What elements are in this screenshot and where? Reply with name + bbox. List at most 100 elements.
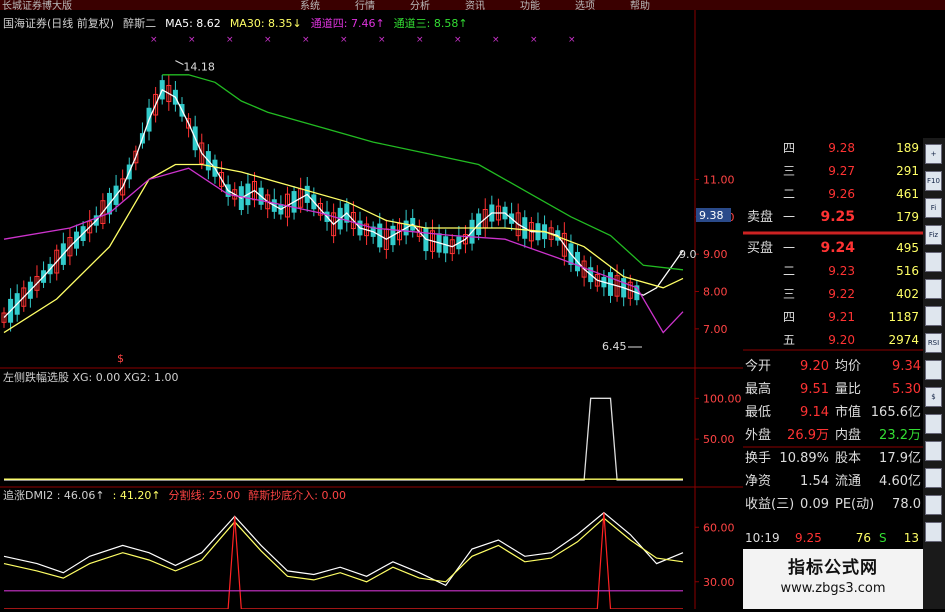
sell-level-label: 一 [783, 210, 795, 224]
low-price-label: 6.45 [602, 340, 627, 353]
trade-volume: 76 [856, 531, 871, 545]
stat-label: 内盘 [835, 427, 861, 443]
indicator2-y-tick: 30.00 [703, 576, 735, 589]
top-marker: × [150, 35, 158, 45]
indicator2-y-tick: 60.00 [703, 521, 735, 534]
y-tick-label: 9.00 [703, 248, 728, 261]
stat-label: 量比 [835, 382, 861, 397]
main-chart-header-item: MA30: 8.35↓ [230, 17, 302, 30]
stat-label: 换手 [745, 451, 771, 466]
last-price-label: 9.0 [679, 248, 697, 261]
top-marker: × [530, 35, 538, 45]
top-marker: × [226, 35, 234, 45]
stat-value: 9.34 [892, 359, 921, 374]
buy-price: 9.23 [828, 264, 855, 278]
top-marker: × [378, 35, 386, 45]
buy-level-label: 三 [783, 287, 795, 301]
main-chart-header-item: 通道四: 7.46↑ [311, 16, 385, 30]
menu-item[interactable]: 资讯 [465, 0, 485, 10]
stat-label: 收益(三) [745, 497, 794, 512]
toolbar-button[interactable]: F10 [925, 171, 942, 191]
side-toolbar: + F10 Fi Fiz RSI $ [923, 138, 945, 609]
stat-label: 今开 [745, 358, 771, 374]
toolbar-button[interactable]: + [925, 144, 942, 164]
buy-price: 9.22 [828, 287, 855, 301]
sell-price: 9.26 [828, 187, 855, 201]
buy-title: 买盘 [747, 240, 773, 256]
stat-value: 165.6亿 [871, 405, 921, 420]
toolbar-button[interactable]: Fi [925, 198, 942, 218]
indicator2-header-item: 醉斯抄底介入: 0.00 [248, 488, 346, 502]
last-price-box-label: 9.38 [699, 209, 724, 222]
menu-item[interactable]: 分析 [410, 0, 430, 10]
watermark-title: 指标公式网 [788, 558, 878, 578]
buy-level-label: 四 [783, 310, 795, 324]
toolbar-button[interactable] [925, 522, 942, 542]
indicator2-header-item: 分割线: 25.00 [169, 488, 241, 502]
top-marker: × [340, 35, 348, 45]
stat-value: 10.89% [779, 451, 829, 466]
toolbar-button[interactable] [925, 495, 942, 515]
buy-volume: 495 [896, 241, 919, 255]
top-marker: × [416, 35, 424, 45]
stat-value: 9.51 [800, 382, 829, 397]
top-marker: × [492, 35, 500, 45]
stat-value: 23.2万 [879, 428, 921, 443]
main-chart-header-item: 通道三: 8.58↑ [394, 16, 468, 30]
stat-label: PE(动) [835, 497, 874, 512]
stat-value: 4.60亿 [879, 474, 921, 489]
stat-label: 股本 [835, 451, 861, 466]
menu-item[interactable]: 功能 [520, 0, 540, 10]
sell-level-label: 三 [783, 164, 795, 178]
sell-level-label: 四 [783, 141, 795, 155]
menu-item[interactable]: 长城证券博大版 [2, 0, 72, 10]
high-price-pointer [175, 60, 184, 66]
stat-value: 1.54 [800, 474, 829, 489]
indicator2-line-追涨DMI2 [3, 511, 684, 587]
stat-label: 市值 [835, 404, 861, 420]
site-watermark: 指标公式网 www.zbgs3.com [743, 549, 923, 609]
top-marker: × [568, 35, 576, 45]
stat-value: 17.9亿 [879, 451, 921, 466]
trade-time: 10:19 [745, 531, 780, 545]
trade-side: S [879, 531, 887, 545]
toolbar-button[interactable] [925, 360, 942, 380]
menu-item[interactable]: 系统 [300, 0, 320, 10]
toolbar-button[interactable]: $ [925, 387, 942, 407]
sell-volume: 179 [896, 210, 919, 224]
high-price-label: 14.18 [183, 61, 215, 74]
sell-price: 9.27 [828, 164, 855, 178]
chart-area: 国海证券(日线 前复权) 醉斯二 MA5: 8.62 MA30: 8.35↓ 通道四: … [0, 10, 743, 610]
menu-item[interactable]: 选项 [575, 0, 595, 10]
menu-item[interactable]: 行情 [355, 0, 375, 10]
indicator2-header-item: 追涨DMI2 : 46.06↑ [3, 488, 105, 502]
series-line-MA5 [3, 88, 684, 319]
toolbar-button[interactable]: Fiz [925, 225, 942, 245]
buy-price: 9.20 [828, 333, 855, 347]
main-chart-header-item: MA5: 8.62 [165, 17, 221, 30]
toolbar-button[interactable] [925, 468, 942, 488]
quote-panel-svg: 四 9.28 189三 9.27 291二 9.26 461卖盘一 9.25 179买盘一 9.2… [743, 141, 923, 545]
sell-volume: 291 [896, 164, 919, 178]
menu-item[interactable]: 帮助 [630, 0, 650, 10]
buy-level-label: 一 [783, 241, 795, 255]
stat-value: 5.30 [892, 382, 921, 397]
toolbar-button[interactable]: RSI [925, 333, 942, 353]
main-chart-header-item: 醉斯二 [123, 16, 156, 30]
toolbar-button[interactable] [925, 441, 942, 461]
y-tick-label: 7.00 [703, 323, 728, 336]
indicator1-y-tick: 100.00 [703, 392, 742, 405]
stat-value: 0.09 [800, 497, 829, 512]
sell-volume: 189 [896, 141, 919, 155]
buy-volume: 2974 [888, 333, 919, 347]
watermark-url: www.zbgs3.com [780, 581, 886, 596]
toolbar-button[interactable] [925, 414, 942, 434]
stat-value: 9.20 [800, 359, 829, 374]
y-tick-label: 11.00 [703, 173, 735, 186]
toolbar-button[interactable] [925, 279, 942, 299]
top-marker: × [188, 35, 196, 45]
toolbar-button[interactable] [925, 306, 942, 326]
toolbar-button[interactable] [925, 252, 942, 272]
indicator2-header-item: : 41.20↑ [113, 489, 161, 502]
sell-volume: 461 [896, 187, 919, 201]
